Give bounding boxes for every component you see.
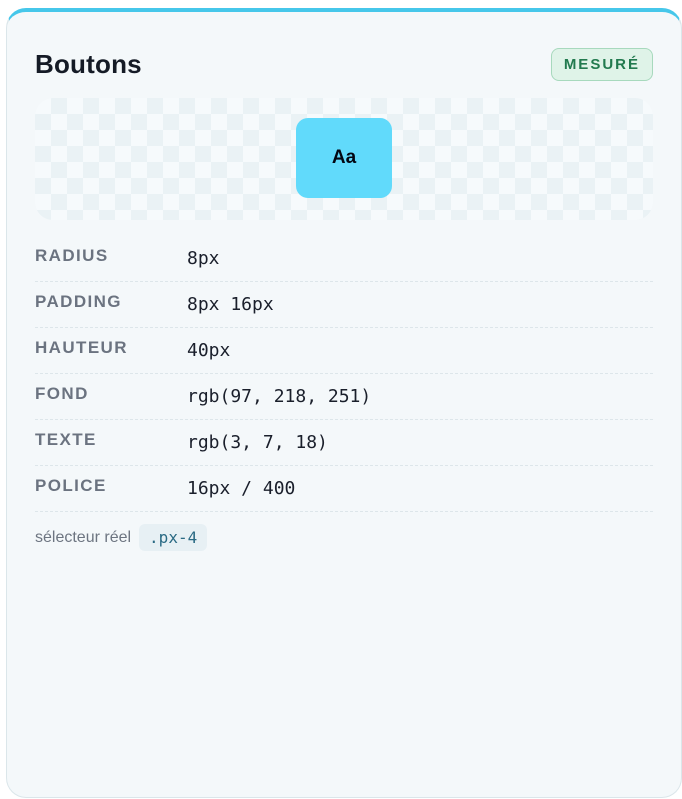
property-key: POLICE [35,475,107,495]
property-value: 8px 16px [187,294,274,315]
property-row-padding: PADDING 8px 16px [35,282,653,328]
card-header: Boutons MESURÉ [35,46,653,82]
property-key: RADIUS [35,245,109,265]
property-key: PADDING [35,291,122,311]
property-value: 16px / 400 [187,478,296,499]
card-title: Boutons [35,48,142,79]
property-row-text-color: TEXTE rgb(3, 7, 18) [35,420,653,466]
property-value: 40px [187,340,231,361]
property-list: RADIUS 8px PADDING 8px 16px HAUTEUR 40px… [35,236,653,512]
property-value: rgb(3, 7, 18) [187,432,328,453]
property-row-background: FOND rgb(97, 218, 251) [35,374,653,420]
property-row-radius: RADIUS 8px [35,236,653,282]
selector-code: .px-4 [139,524,208,551]
property-value: rgb(97, 218, 251) [187,386,372,407]
property-key: TEXTE [35,429,97,449]
token-card-buttons: Boutons MESURÉ Aa RADIUS 8px PADDING 8px… [6,8,682,798]
property-value: 8px [187,248,220,269]
sample-button[interactable]: Aa [296,118,392,198]
button-preview-area: Aa [35,98,653,220]
property-key: HAUTEUR [35,337,128,357]
property-key: FOND [35,383,89,403]
measured-badge: MESURÉ [550,47,653,81]
property-row-height: HAUTEUR 40px [35,328,653,374]
property-row-font: POLICE 16px / 400 [35,466,653,512]
selector-info: sélecteur réel .px-4 [35,524,653,551]
selector-label: sélecteur réel [35,528,132,546]
